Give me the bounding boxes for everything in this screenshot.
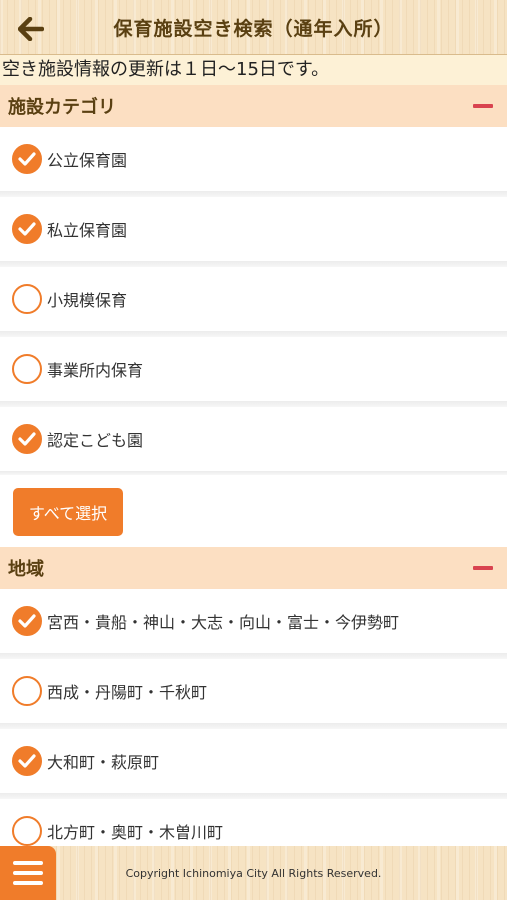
checkbox-unchecked-icon[interactable] [12,284,42,314]
checkbox-checked-icon[interactable] [12,214,42,244]
footer: Copyright Ichinomiya City All Rights Res… [0,846,507,900]
region-item-label: 北方町・奥町・木曽川町 [47,823,224,842]
region-item-label: 大和町・萩原町 [47,753,160,772]
category-item-label: 私立保育園 [47,221,128,240]
update-notice: 空き施設情報の更新は１日〜15日です。 [0,55,507,85]
checkbox-checked-icon[interactable] [12,144,42,174]
checkbox-checked-icon[interactable] [12,746,42,776]
checkbox-checked-icon[interactable] [12,424,42,454]
category-section-header[interactable]: 施設カテゴリ [0,85,507,127]
app-header: 保育施設空き検索（通年入所） [0,0,507,55]
collapse-minus-icon[interactable] [473,566,493,570]
region-item-2[interactable]: 大和町・萩原町 [0,729,507,793]
category-item-4[interactable]: 認定こども園 [0,407,507,471]
checkbox-checked-icon[interactable] [12,606,42,636]
category-item-1[interactable]: 私立保育園 [0,197,507,261]
hamburger-icon-bar [13,881,43,885]
menu-button[interactable] [0,846,56,900]
page-title: 保育施設空き検索（通年入所） [113,17,394,40]
checkbox-unchecked-icon[interactable] [12,676,42,706]
region-section-header[interactable]: 地域 [0,547,507,589]
back-button[interactable] [14,12,48,46]
checkbox-unchecked-icon[interactable] [12,354,42,384]
select-all-button[interactable]: すべて選択 [13,488,123,536]
category-item-2[interactable]: 小規模保育 [0,267,507,331]
collapse-minus-icon[interactable] [473,104,493,108]
category-item-3[interactable]: 事業所内保育 [0,337,507,401]
region-section-title: 地域 [8,559,44,580]
region-item-1[interactable]: 西成・丹陽町・千秋町 [0,659,507,723]
category-item-label: 小規模保育 [47,291,128,310]
select-all-area: すべて選択 [0,475,507,547]
region-item-label: 西成・丹陽町・千秋町 [47,683,208,702]
region-item-label: 宮西・貴船・神山・大志・向山・富士・今伊勢町 [47,613,400,632]
category-item-label: 公立保育園 [47,151,128,170]
hamburger-icon-bar [13,871,43,875]
checkbox-unchecked-icon[interactable] [12,816,42,846]
arrow-left-icon [18,17,44,41]
category-item-label: 認定こども園 [47,431,144,450]
copyright-text: Copyright Ichinomiya City All Rights Res… [125,866,382,880]
region-item-0[interactable]: 宮西・貴船・神山・大志・向山・富士・今伊勢町 [0,589,507,653]
category-item-label: 事業所内保育 [47,361,144,380]
category-section-title: 施設カテゴリ [8,97,116,118]
category-item-0[interactable]: 公立保育園 [0,127,507,191]
hamburger-icon-bar [13,861,43,865]
